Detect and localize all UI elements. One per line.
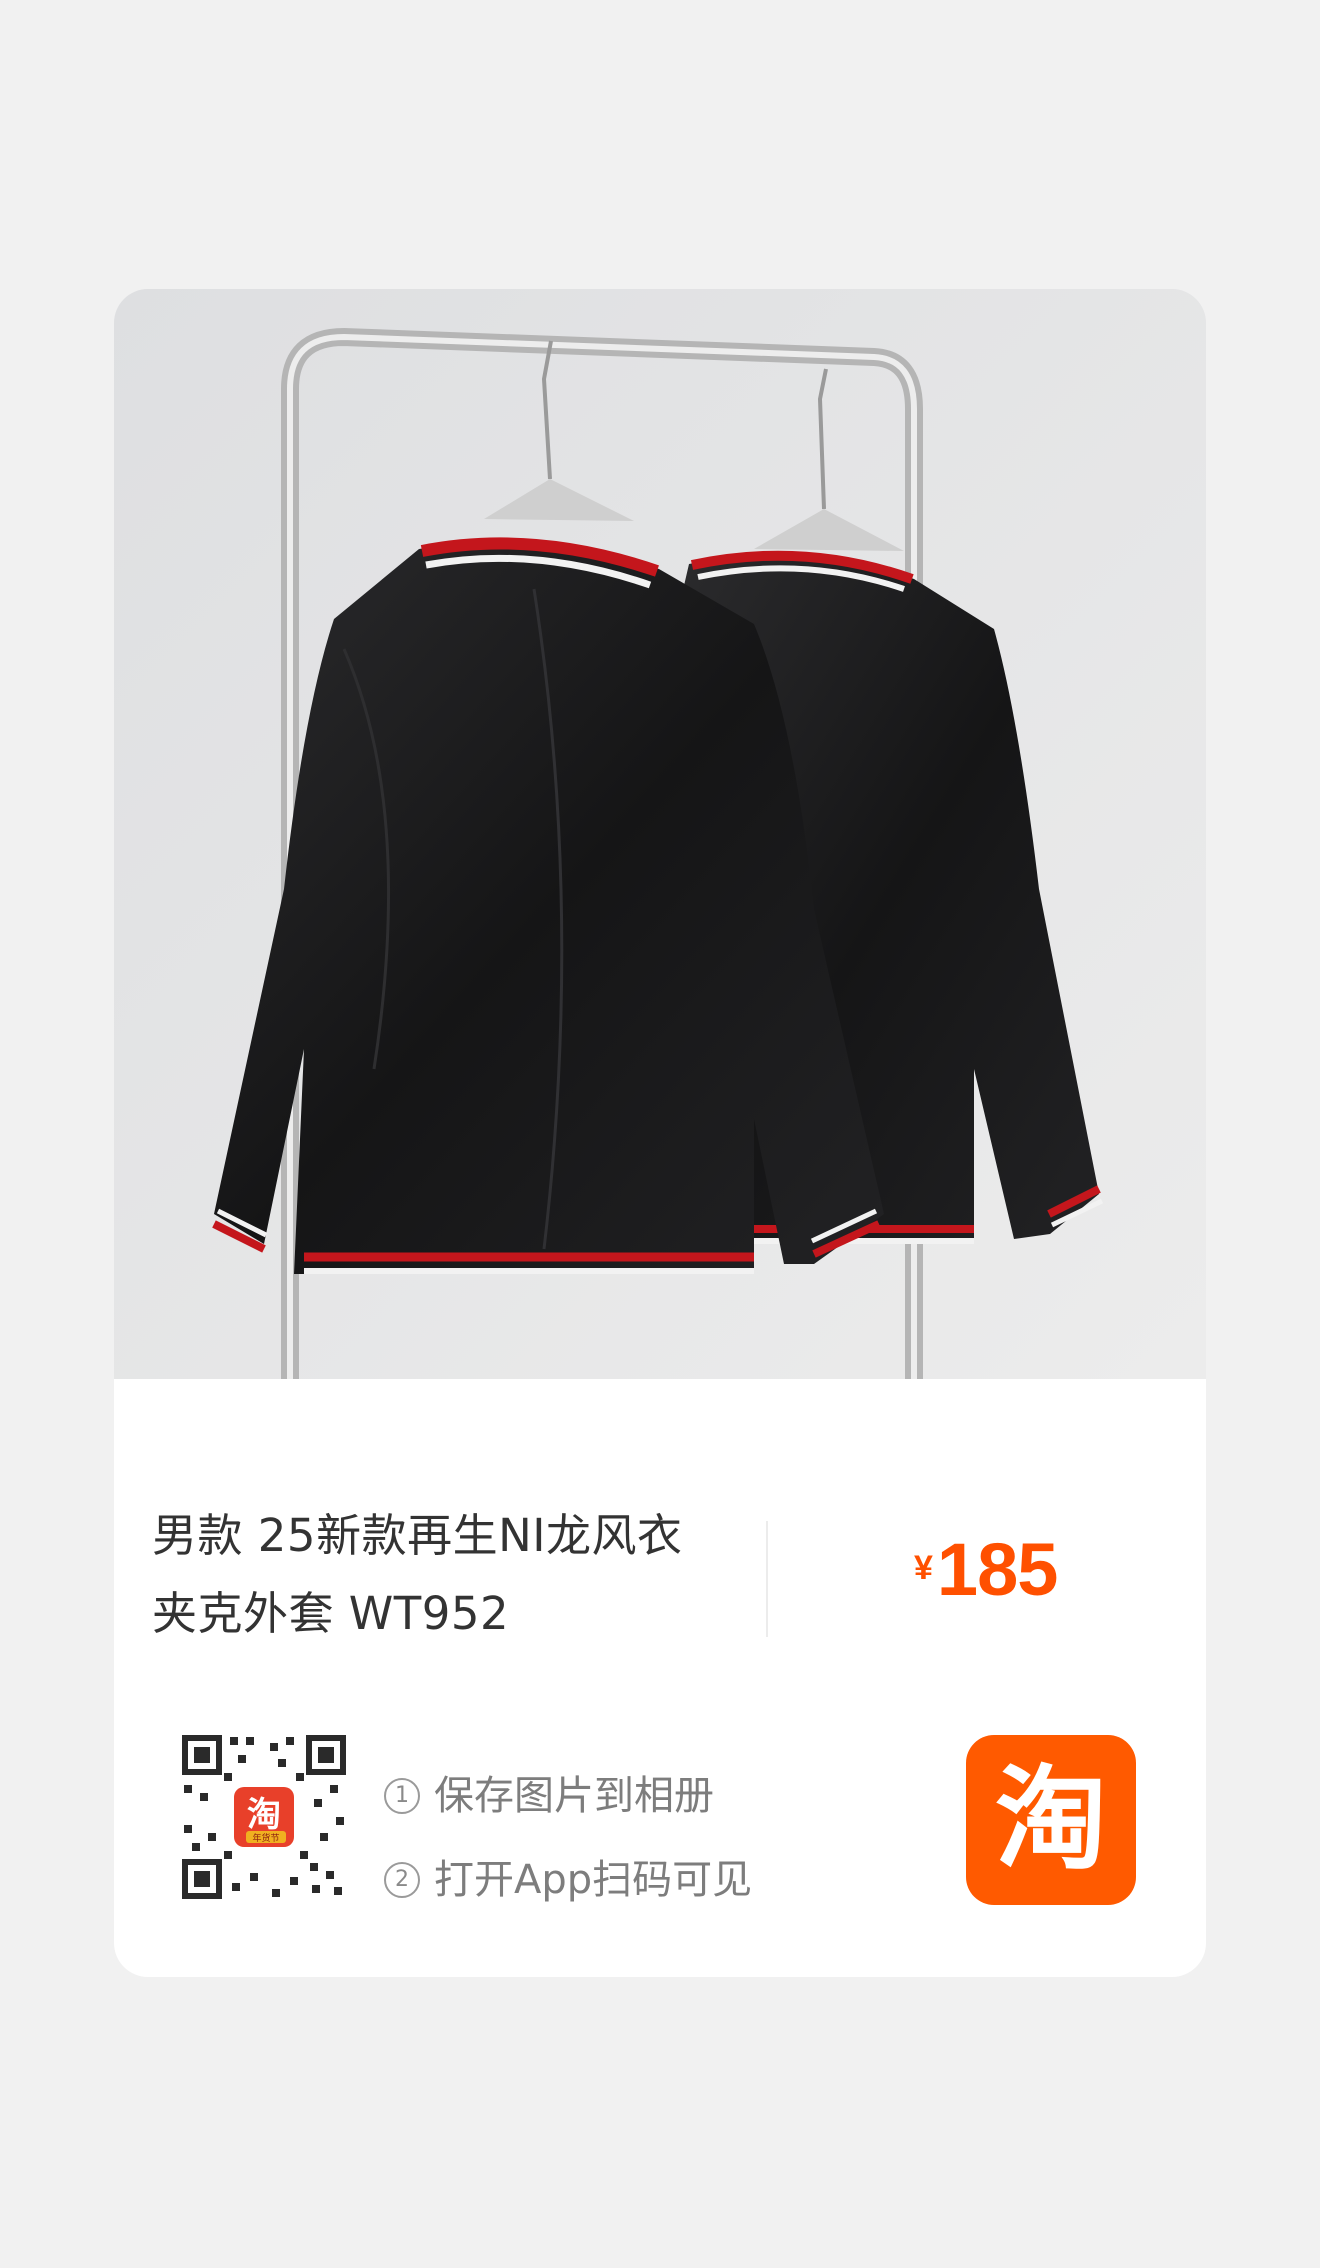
jackets-on-rack-image — [114, 289, 1206, 1379]
qr-code-icon[interactable]: 淘 年货节 — [180, 1733, 348, 1901]
instruction-step-1: 1 保存图片到相册 — [384, 1754, 752, 1838]
product-price: ¥185 — [914, 1527, 1058, 1612]
product-photo[interactable] — [114, 289, 1206, 1379]
product-title-line2: 夹克外套 WT952 — [152, 1587, 510, 1640]
qr-center-sub-text: 年货节 — [252, 1832, 279, 1844]
share-card: 男款 25新款再生NI龙风衣 夹克外套 WT952 ¥185 淘 年货节 1 保… — [114, 289, 1206, 1977]
qr-code-graphic: 淘 年货节 — [180, 1733, 348, 1901]
divider — [766, 1521, 768, 1637]
product-title[interactable]: 男款 25新款再生NI龙风衣 夹克外套 WT952 — [152, 1497, 772, 1653]
step-1-badge-icon: 1 — [384, 1778, 420, 1814]
taobao-logo-char: 淘 — [995, 1755, 1107, 1885]
step-2-text: 打开App扫码可见 — [434, 1857, 753, 1903]
qr-center-logo-text: 淘 — [247, 1795, 281, 1835]
scan-instructions: 1 保存图片到相册 2 打开App扫码可见 — [384, 1754, 752, 1922]
instruction-step-2: 2 打开App扫码可见 — [384, 1838, 752, 1922]
step-1-text: 保存图片到相册 — [434, 1773, 714, 1819]
price-value: 185 — [936, 1528, 1058, 1611]
step-2-badge-icon: 2 — [384, 1862, 420, 1898]
product-title-line1: 男款 25新款再生NI龙风衣 — [152, 1509, 683, 1562]
price-currency-symbol: ¥ — [914, 1549, 933, 1587]
taobao-logo-icon[interactable]: 淘 — [966, 1735, 1136, 1905]
